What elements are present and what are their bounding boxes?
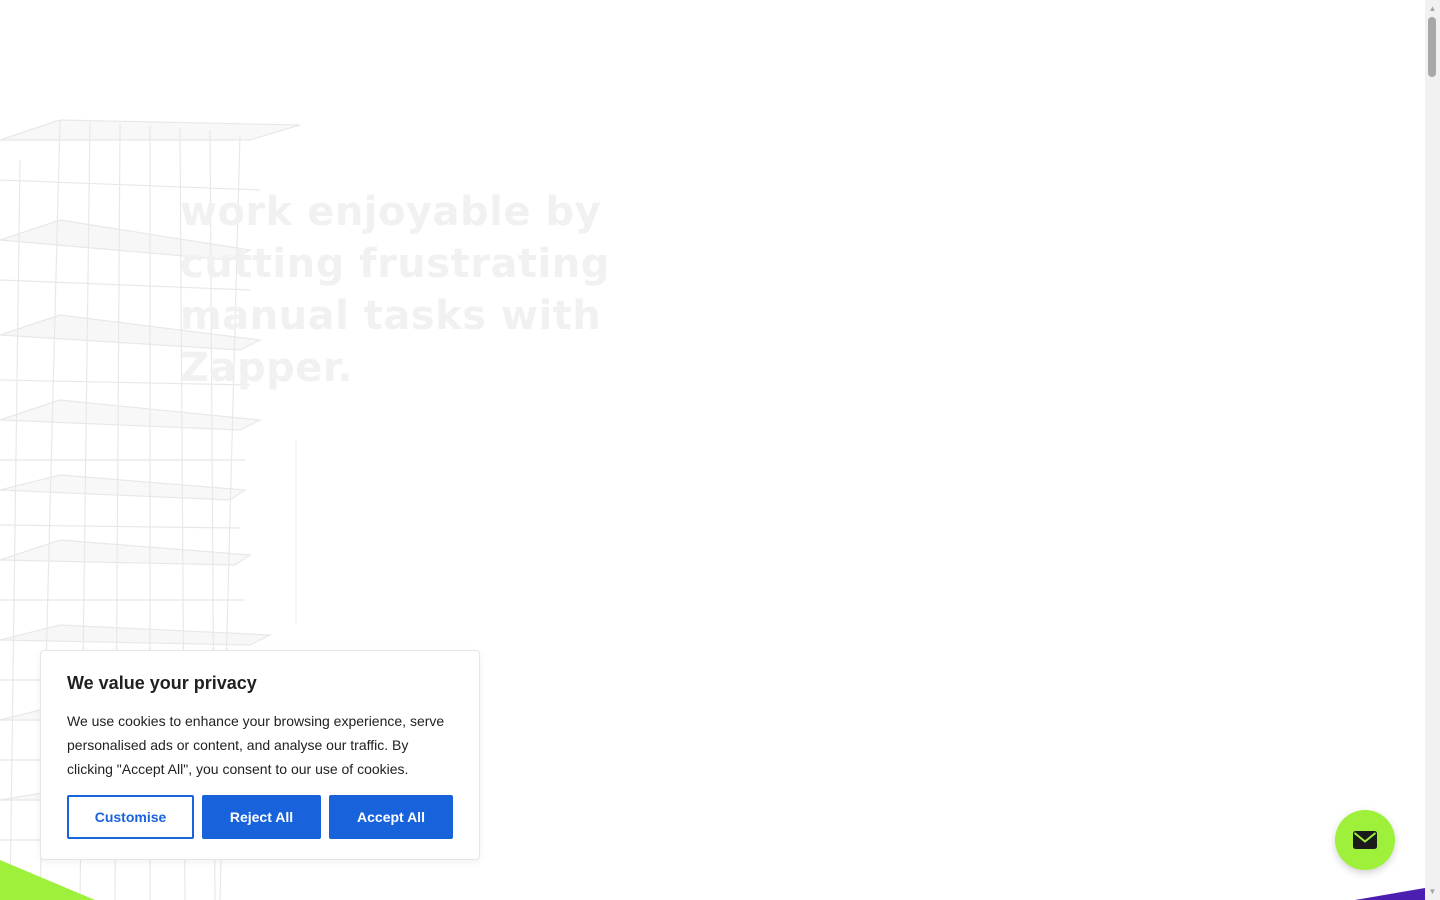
hero-divider <box>295 440 297 625</box>
cookie-banner-description: We use cookies to enhance your browsing … <box>67 713 445 777</box>
customise-button[interactable]: Customise <box>67 795 194 839</box>
contact-button[interactable] <box>1335 810 1395 870</box>
decorative-purple-corner <box>1355 888 1425 900</box>
envelope-icon <box>1353 831 1377 849</box>
scroll-down-arrow-icon[interactable]: ▼ <box>1425 883 1440 900</box>
vertical-scrollbar[interactable]: ▲ ▼ <box>1425 0 1440 900</box>
cookie-consent-banner: We value your privacy We use cookies to … <box>40 650 480 860</box>
accept-all-button[interactable]: Accept All <box>329 795 453 839</box>
page: work enjoyable by cutting frustrating ma… <box>0 0 1425 900</box>
cookie-banner-title: We value your privacy <box>67 673 257 693</box>
decorative-green-corner <box>0 860 95 900</box>
hero-headline: work enjoyable by cutting frustrating ma… <box>180 189 610 391</box>
reject-all-button[interactable]: Reject All <box>202 795 321 839</box>
scroll-up-arrow-icon[interactable]: ▲ <box>1425 0 1440 17</box>
scrollbar-thumb[interactable] <box>1428 17 1436 77</box>
